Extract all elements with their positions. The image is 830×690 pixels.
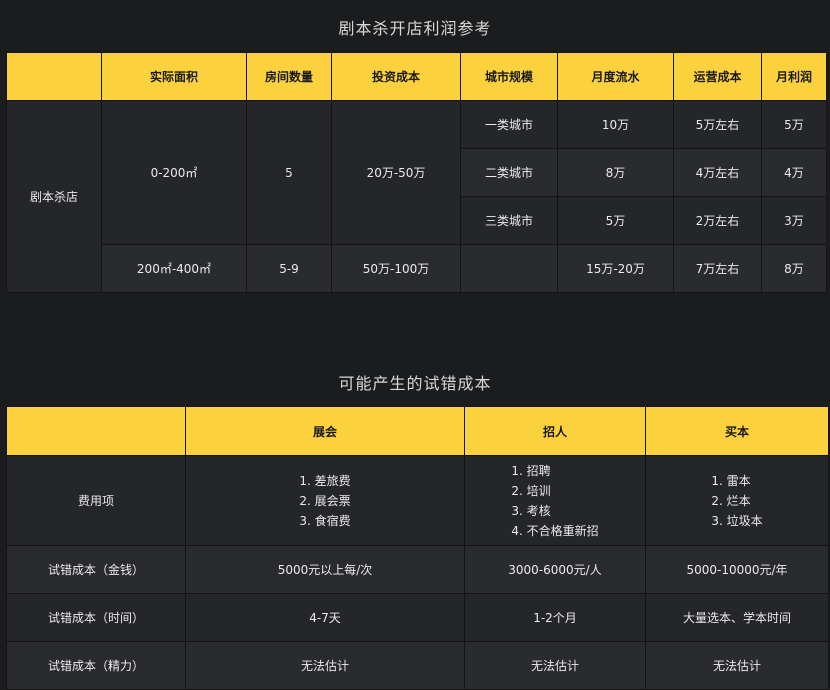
cost-cell: 5万左右 <box>673 100 762 149</box>
hiring-cell: 无法估计 <box>464 641 646 690</box>
hiring-expense-cell: 1. 招聘 2. 培训 3. 考核 4. 不合格重新招 <box>464 455 646 546</box>
city-cell: 三类城市 <box>460 196 558 245</box>
investment-cell: 50万-100万 <box>331 244 461 293</box>
cost-cell: 4万左右 <box>673 148 762 197</box>
table-header-row: 实际面积 房间数量 投资成本 城市规模 月度流水 运营成本 月利润 <box>6 52 827 101</box>
profit-cell: 5万 <box>761 100 827 149</box>
rooms-cell: 5 <box>246 100 332 245</box>
city-cell: 一类城市 <box>460 100 558 149</box>
list-item: 4. 不合格重新招 <box>511 523 599 538</box>
exhibition-cell: 4-7天 <box>185 593 465 642</box>
list-item: 3. 考核 <box>511 503 551 518</box>
revenue-cell: 8万 <box>557 148 674 197</box>
list-item: 1. 差旅费 <box>299 473 351 488</box>
expense-label-cell: 费用项 <box>6 455 186 546</box>
list-item: 3. 垃圾本 <box>711 513 763 528</box>
store-type-cell: 剧本杀店 <box>6 100 102 293</box>
header-cell: 招人 <box>464 406 646 456</box>
trial-cost-table-title: 可能产生的试错成本 <box>338 374 492 393</box>
revenue-cell: 5万 <box>557 196 674 245</box>
rooms-cell: 5-9 <box>246 244 332 293</box>
exhibition-cell: 5000元以上每/次 <box>185 545 465 594</box>
profit-table-title: 剧本杀开店利润参考 <box>338 19 492 38</box>
scripts-cell: 无法估计 <box>645 641 829 690</box>
table-row: 200㎡-400㎡ 5-9 50万-100万 15万-20万 7万左右 8万 <box>7 244 827 293</box>
header-cell: 实际面积 <box>101 52 247 101</box>
table-row: 剧本杀店 0-200㎡ 5 20万-50万 一类城市 10万 5万左右 5万 <box>6 100 827 293</box>
table-header-row: 展会 招人 买本 <box>6 406 829 456</box>
list-item: 2. 培训 <box>511 483 551 498</box>
row-label-cell: 试错成本（精力） <box>6 641 186 690</box>
hiring-cell: 3000-6000元/人 <box>464 545 646 594</box>
row-label-cell: 试错成本（金钱） <box>6 545 186 594</box>
header-cell <box>6 52 102 101</box>
profit-cell: 8万 <box>761 244 827 293</box>
revenue-cell: 15万-20万 <box>557 244 674 293</box>
area-cell: 200㎡-400㎡ <box>101 244 247 293</box>
header-cell: 月度流水 <box>557 52 674 101</box>
area-cell: 0-200㎡ <box>101 100 247 245</box>
header-cell: 买本 <box>645 406 829 456</box>
trial-cost-table: 展会 招人 买本 费用项 1. 差旅费 2. 展会票 3. 食宿费 1. 招聘 … <box>6 406 829 690</box>
hiring-cell: 1-2个月 <box>464 593 646 642</box>
cost-cell: 7万左右 <box>673 244 762 293</box>
exhibition-cell: 无法估计 <box>185 641 465 690</box>
list-item: 3. 食宿费 <box>299 513 351 528</box>
scripts-expense-cell: 1. 雷本 2. 烂本 3. 垃圾本 <box>645 455 829 546</box>
header-cell: 运营成本 <box>673 52 762 101</box>
city-cell: 二类城市 <box>460 148 558 197</box>
table-row: 费用项 1. 差旅费 2. 展会票 3. 食宿费 1. 招聘 2. 培训 3. … <box>6 455 829 546</box>
table-row: 试错成本（时间） 4-7天 1-2个月 大量选本、学本时间 <box>6 593 829 642</box>
list-item: 2. 展会票 <box>299 493 351 508</box>
header-cell: 城市规模 <box>460 52 558 101</box>
table-row: 试错成本（精力） 无法估计 无法估计 无法估计 <box>6 641 829 690</box>
profit-cell: 3万 <box>761 196 827 245</box>
list-item: 1. 雷本 <box>711 473 751 488</box>
header-cell: 投资成本 <box>331 52 461 101</box>
list-item: 2. 烂本 <box>711 493 751 508</box>
header-cell: 房间数量 <box>246 52 332 101</box>
investment-cell: 20万-50万 <box>331 100 461 245</box>
exhibition-expense-cell: 1. 差旅费 2. 展会票 3. 食宿费 <box>185 455 465 546</box>
list-item: 1. 招聘 <box>511 463 551 478</box>
cost-cell: 2万左右 <box>673 196 762 245</box>
city-cell <box>460 244 558 293</box>
header-cell: 月利润 <box>761 52 827 101</box>
header-cell <box>6 406 186 456</box>
revenue-cell: 10万 <box>557 100 674 149</box>
scripts-cell: 5000-10000元/年 <box>645 545 829 594</box>
row-label-cell: 试错成本（时间） <box>6 593 186 642</box>
scripts-cell: 大量选本、学本时间 <box>645 593 829 642</box>
header-cell: 展会 <box>185 406 465 456</box>
profit-cell: 4万 <box>761 148 827 197</box>
profit-table: 实际面积 房间数量 投资成本 城市规模 月度流水 运营成本 月利润 剧本杀店 0… <box>6 52 827 293</box>
table-row: 试错成本（金钱） 5000元以上每/次 3000-6000元/人 5000-10… <box>6 545 829 594</box>
